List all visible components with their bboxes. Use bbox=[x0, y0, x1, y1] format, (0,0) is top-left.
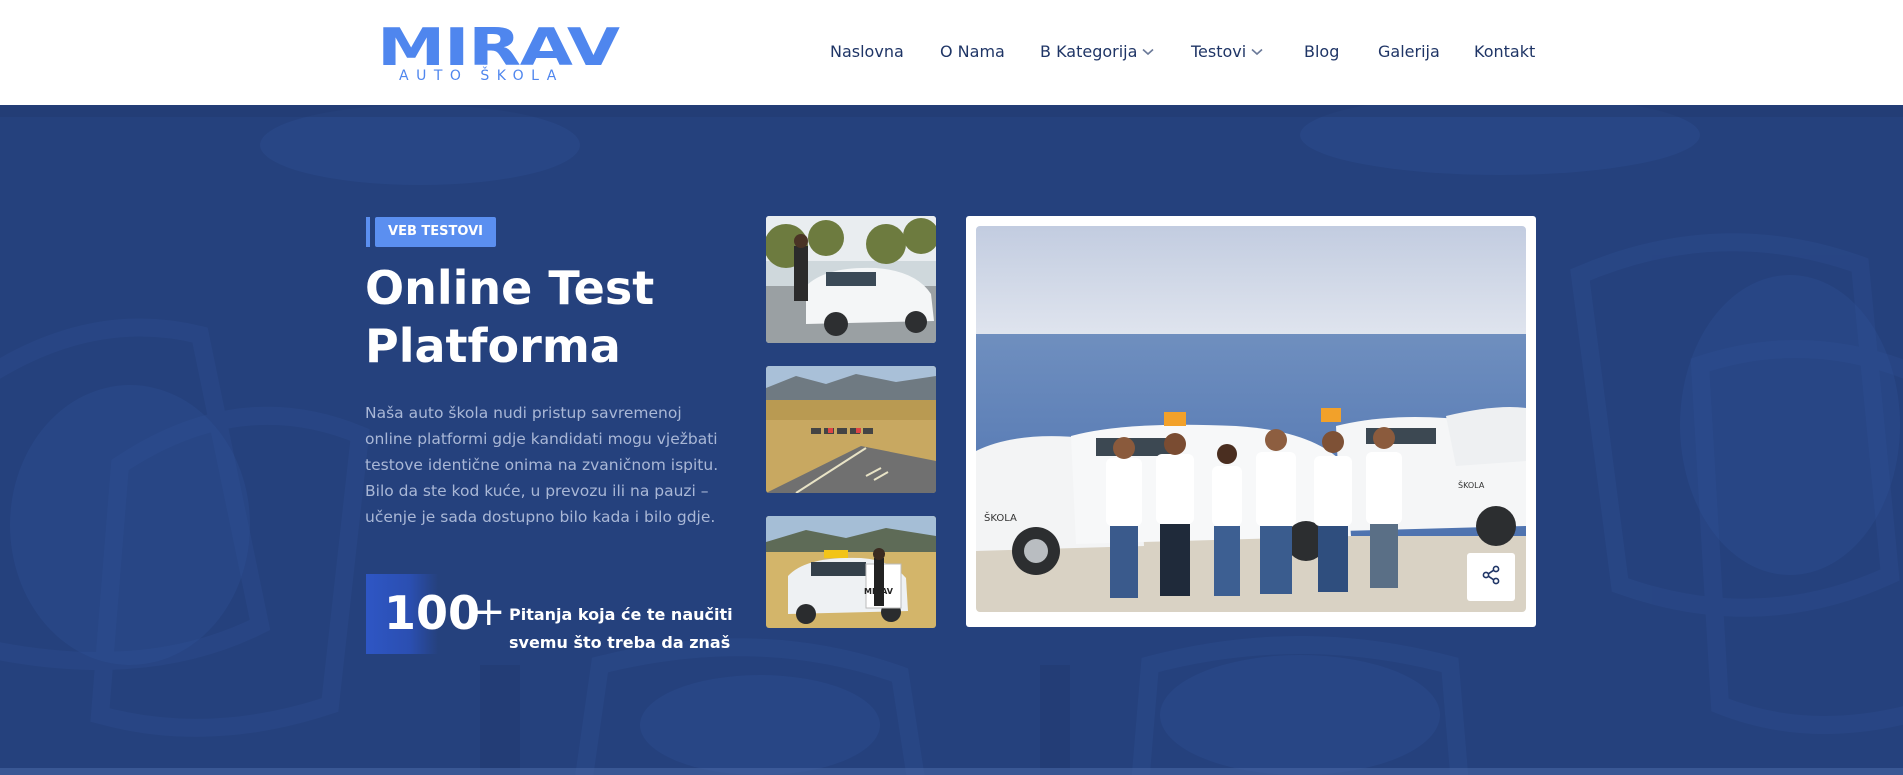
main-team-photo: ŠKOLA ŠKOLA bbox=[976, 226, 1526, 612]
nav-item-b-kategorija[interactable]: B Kategorija bbox=[1040, 42, 1154, 62]
svg-text:MIRAV: MIRAV bbox=[864, 587, 894, 596]
nav-item-label: Blog bbox=[1304, 42, 1340, 61]
gallery-thumbnail-3[interactable]: MIRAV bbox=[766, 516, 936, 628]
svg-text:ŠKOLA: ŠKOLA bbox=[984, 511, 1017, 524]
nav-item-galerija[interactable]: Galerija bbox=[1378, 42, 1440, 62]
nav-item-label: Kontakt bbox=[1474, 42, 1536, 61]
stat-caption: Pitanja koja će te naučiti svemu što tre… bbox=[509, 601, 739, 657]
gallery-thumbnail-2[interactable] bbox=[766, 366, 936, 493]
hero-background-pattern bbox=[0, 105, 1903, 775]
nav-item-label: Naslovna bbox=[830, 42, 904, 61]
svg-text:ŠKOLA: ŠKOLA bbox=[1458, 479, 1485, 490]
stat-caption-line1: Pitanja koja će te naučiti bbox=[509, 605, 733, 624]
gallery-thumbnail-1[interactable] bbox=[766, 216, 936, 343]
badge-accent-bar bbox=[366, 217, 370, 247]
main-image-card: ŠKOLA ŠKOLA bbox=[966, 216, 1536, 627]
stat-suffix: + bbox=[472, 589, 506, 635]
stat-number: 100 bbox=[384, 586, 481, 640]
main-nav: Naslovna O Nama B Kategorija Testovi Blo… bbox=[0, 42, 1903, 64]
share-icon bbox=[1481, 565, 1501, 590]
nav-item-testovi[interactable]: Testovi bbox=[1191, 42, 1263, 62]
nav-item-kontakt[interactable]: Kontakt bbox=[1474, 42, 1535, 62]
share-button[interactable] bbox=[1467, 553, 1515, 601]
hero-title: Online Test Platforma bbox=[365, 259, 725, 375]
section-badge: VEB TESTOVI bbox=[375, 217, 496, 247]
nav-item-label: O Nama bbox=[940, 42, 1005, 61]
stat-caption-line2: svemu što treba da znaš bbox=[509, 633, 731, 652]
nav-item-o-nama[interactable]: O Nama bbox=[940, 42, 1005, 62]
chevron-down-icon bbox=[1142, 41, 1154, 61]
nav-item-label: Testovi bbox=[1191, 42, 1247, 61]
hero-description: Naša auto škola nudi pristup savremenoj … bbox=[365, 404, 719, 526]
hero-title-line1: Online Test bbox=[365, 261, 655, 315]
hero-section: VEB TESTOVI Online Test Platforma Naša a… bbox=[0, 105, 1903, 775]
hero-title-line2: Platforma bbox=[365, 319, 621, 373]
nav-item-blog[interactable]: Blog bbox=[1304, 42, 1339, 62]
nav-item-naslovna[interactable]: Naslovna bbox=[830, 42, 904, 62]
nav-item-label: Galerija bbox=[1378, 42, 1440, 61]
chevron-down-icon bbox=[1251, 41, 1263, 61]
site-header: MIRAV AUTO ŠKOLA Naslovna O Nama B Kateg… bbox=[0, 0, 1903, 105]
brand-tagline: AUTO ŠKOLA bbox=[399, 68, 564, 84]
nav-item-label: B Kategorija bbox=[1040, 42, 1138, 61]
section-divider bbox=[0, 768, 1903, 775]
